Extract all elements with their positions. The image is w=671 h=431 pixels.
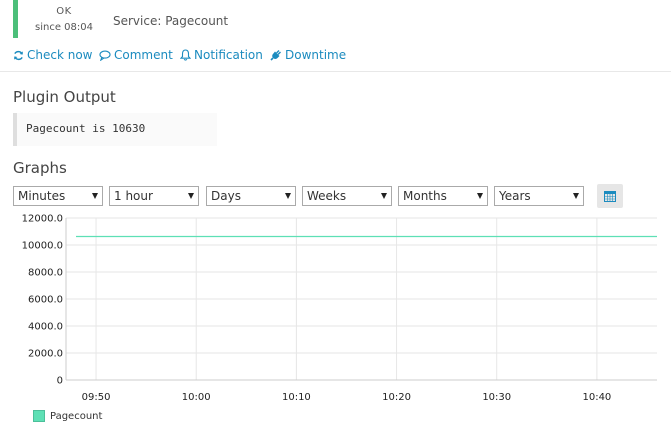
x-tick-label: 10:00 xyxy=(182,392,211,403)
days-select-value: Days xyxy=(211,189,241,203)
check-now-label: Check now xyxy=(27,48,93,62)
calendar-button[interactable] xyxy=(597,184,623,208)
plugin-output-box: Pagecount is 10630 xyxy=(13,113,217,146)
x-tick-label: 10:30 xyxy=(482,392,511,403)
y-tick-label: 0 xyxy=(57,376,63,387)
service-name: Service: Pagecount xyxy=(113,14,229,28)
legend-swatch xyxy=(33,410,45,422)
status-row: OK since 08:04 Service: Pagecount xyxy=(0,0,671,40)
y-tick-label: 4000.0 xyxy=(28,322,63,333)
pagecount-chart: 0 2000.0 4000.0 6000.0 8000.0 10000.0 12000.0 0… xyxy=(22,214,657,403)
legend-label-pagecount: Pagecount xyxy=(50,410,103,422)
chevron-down-icon xyxy=(92,193,98,199)
calendar-icon xyxy=(604,191,616,202)
comment-link[interactable]: Comment xyxy=(99,48,173,62)
comment-label: Comment xyxy=(114,48,173,62)
notification-link[interactable]: Notification xyxy=(180,48,263,62)
x-tick-label: 10:40 xyxy=(582,392,611,403)
days-select[interactable]: Days xyxy=(206,186,296,206)
minutes-select-value: Minutes xyxy=(18,189,66,203)
check-now-link[interactable]: Check now xyxy=(13,48,93,62)
y-tick-label: 12000.0 xyxy=(22,214,63,225)
plug-icon xyxy=(270,50,281,61)
chevron-down-icon xyxy=(381,193,387,199)
chevron-down-icon xyxy=(188,193,194,199)
refresh-icon xyxy=(14,50,23,60)
weeks-select[interactable]: Weeks xyxy=(302,186,392,206)
y-tick-label: 10000.0 xyxy=(22,241,63,252)
minutes-select[interactable]: Minutes xyxy=(13,186,103,206)
chevron-down-icon xyxy=(285,193,291,199)
chevron-down-icon xyxy=(477,193,483,199)
chevron-down-icon xyxy=(573,193,579,199)
y-tick-label: 6000.0 xyxy=(28,295,63,306)
x-tick-label: 10:10 xyxy=(282,392,311,403)
bell-icon xyxy=(180,49,191,61)
downtime-link[interactable]: Downtime xyxy=(270,48,346,62)
months-select-value: Months xyxy=(403,189,447,203)
y-tick-label: 2000.0 xyxy=(28,349,63,360)
interval-select-value: 1 hour xyxy=(114,189,153,203)
x-tick-label: 10:20 xyxy=(382,392,411,403)
years-select[interactable]: Years xyxy=(494,186,584,206)
x-tick-label: 09:50 xyxy=(82,392,111,403)
status-indicator-bar xyxy=(13,0,18,38)
years-select-value: Years xyxy=(499,189,531,203)
status-state: OK xyxy=(56,6,72,17)
weeks-select-value: Weeks xyxy=(307,189,347,203)
plugin-output-heading: Plugin Output xyxy=(13,88,116,106)
chart-legend: Pagecount xyxy=(33,410,102,422)
comment-icon xyxy=(99,50,111,61)
months-select[interactable]: Months xyxy=(398,186,488,206)
y-tick-label: 8000.0 xyxy=(28,268,63,279)
downtime-label: Downtime xyxy=(285,48,347,62)
section-divider xyxy=(0,71,671,72)
interval-select[interactable]: 1 hour xyxy=(109,186,199,206)
graphs-heading: Graphs xyxy=(13,159,67,177)
plugin-output-text: Pagecount is 10630 xyxy=(26,122,146,135)
notification-label: Notification xyxy=(194,48,263,62)
status-since: since 08:04 xyxy=(35,22,93,33)
